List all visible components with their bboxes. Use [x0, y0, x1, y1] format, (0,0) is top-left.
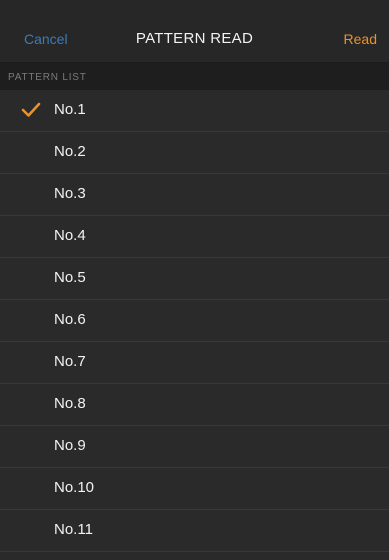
pattern-label: No.4 — [54, 227, 86, 244]
pattern-label: No.10 — [54, 479, 95, 496]
list-item[interactable]: No.5 — [0, 258, 389, 300]
pattern-label: No.5 — [54, 269, 86, 286]
checkmark-icon — [20, 101, 42, 119]
list-item[interactable]: No.2 — [0, 132, 389, 174]
pattern-label: No.7 — [54, 353, 86, 370]
list-item[interactable]: No.7 — [0, 342, 389, 384]
pattern-label: No.8 — [54, 395, 86, 412]
page-title: PATTERN READ — [135, 30, 254, 47]
list-item[interactable]: No.6 — [0, 300, 389, 342]
list-item[interactable]: No.10 — [0, 468, 389, 510]
list-item[interactable]: No.3 — [0, 174, 389, 216]
pattern-label: No.3 — [54, 185, 86, 202]
list-item[interactable]: No.11 — [0, 510, 389, 552]
pattern-label: No.11 — [54, 521, 93, 538]
pattern-label: No.2 — [54, 143, 86, 160]
list-item[interactable]: No.9 — [0, 426, 389, 468]
list-item[interactable]: No.4 — [0, 216, 389, 258]
navigation-bar: Cancel PATTERN READ Read — [0, 0, 389, 63]
pattern-label: No.9 — [54, 437, 86, 454]
list-item[interactable]: No.1 — [0, 90, 389, 132]
section-header: PATTERN LIST — [0, 63, 389, 90]
list-item[interactable]: No.8 — [0, 384, 389, 426]
read-button[interactable]: Read — [344, 31, 377, 47]
pattern-label: No.6 — [54, 311, 86, 328]
pattern-list: No.1 No.2 No.3 No.4 No.5 No.6 No.7 No.8 No.9 No.1… — [0, 90, 389, 552]
pattern-label: No.1 — [54, 101, 86, 118]
section-header-label: PATTERN LIST — [8, 72, 87, 83]
